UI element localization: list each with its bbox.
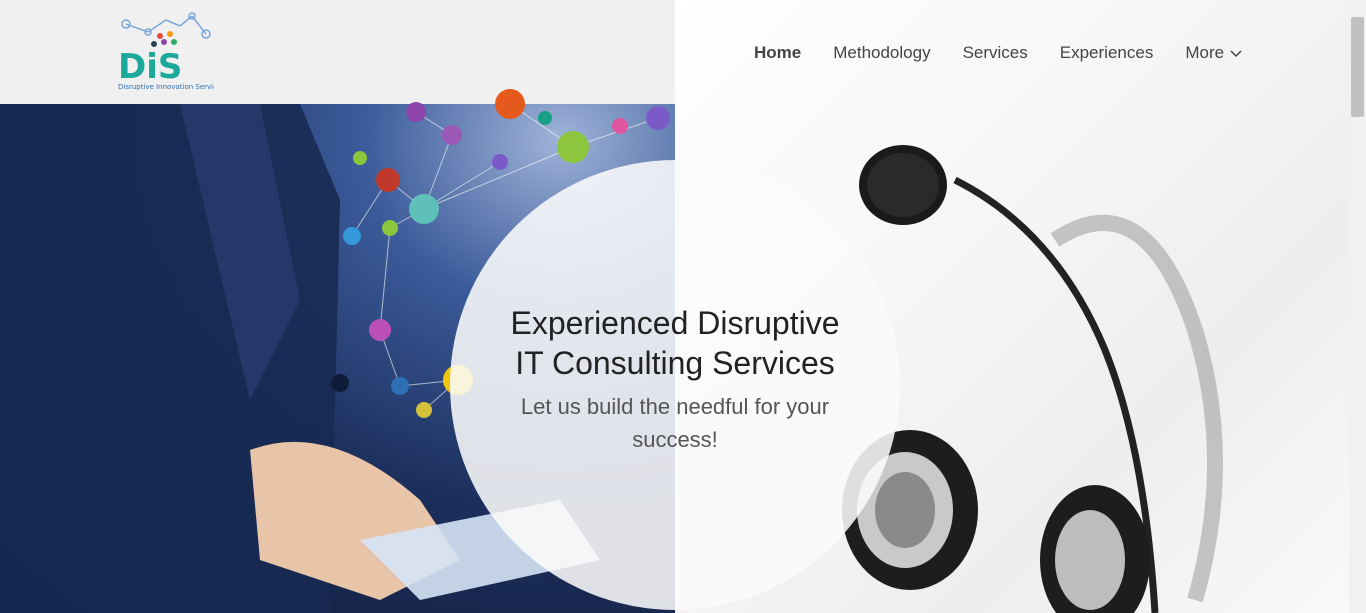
nav-item-experiences[interactable]: Experiences (1060, 43, 1154, 63)
hero-headline-line1: Experienced Disruptive (510, 305, 840, 341)
hero-subline: Let us build the needful for your succes… (520, 394, 830, 452)
hero-circle-overlay (450, 160, 900, 610)
nav-item-more[interactable]: More (1185, 43, 1242, 63)
chevron-down-icon (1230, 50, 1242, 58)
logo-tagline: Disruptive Innovation Services (118, 83, 214, 91)
nav-item-more-label: More (1185, 43, 1225, 62)
brand-logo[interactable]: DiS Disruptive Innovation Services (118, 12, 225, 92)
nav-item-services[interactable]: Services (963, 43, 1028, 63)
main-nav: Home Methodology Services Experiences Mo… (754, 40, 1242, 66)
vertical-scrollbar[interactable] (1349, 0, 1366, 613)
page: Experienced Disruptive IT Consulting Ser… (0, 0, 1349, 613)
scrollbar-thumb[interactable] (1351, 17, 1364, 117)
nav-item-methodology[interactable]: Methodology (833, 43, 930, 63)
hero-headline-line2: IT Consulting Services (515, 345, 835, 381)
logo-text: DiS (118, 47, 182, 87)
dis-logo-icon: DiS Disruptive Innovation Services (118, 12, 225, 91)
nav-item-home[interactable]: Home (754, 43, 801, 63)
hero-headline: Experienced Disruptive IT Consulting Ser… (480, 303, 870, 383)
